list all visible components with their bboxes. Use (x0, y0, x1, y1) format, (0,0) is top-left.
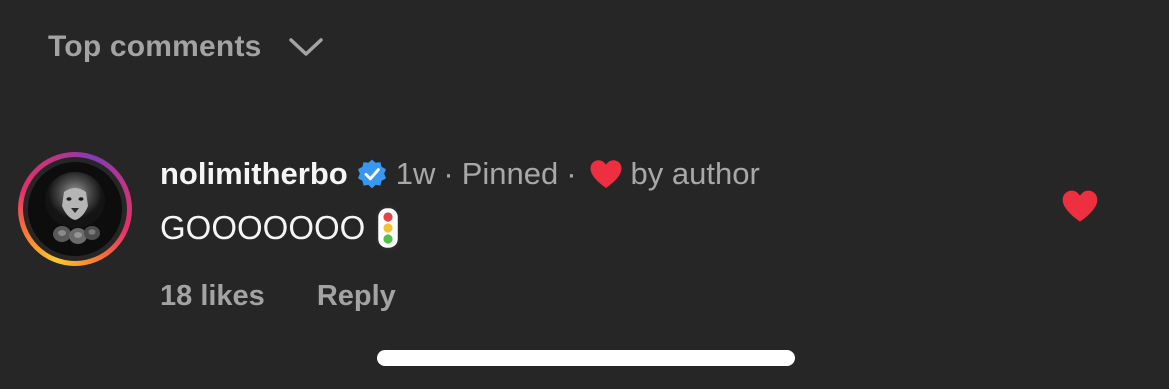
pinned-label: Pinned (461, 156, 559, 191)
comment-item: nolimitherbo 1w · Pinned · by author GOO… (18, 150, 1158, 320)
liked-by-author-label: by author (630, 156, 760, 191)
lion-image-icon (28, 162, 122, 256)
reply-button[interactable]: Reply (317, 280, 396, 313)
avatar[interactable] (18, 152, 132, 266)
comment-meta: nolimitherbo 1w · Pinned · by author (160, 154, 760, 194)
sort-comments-dropdown[interactable]: Top comments (48, 26, 324, 68)
username[interactable]: nolimitherbo (160, 156, 348, 192)
comment-actions: 18 likes Reply (160, 276, 396, 316)
verified-badge-icon (356, 158, 388, 190)
home-indicator[interactable] (377, 350, 795, 366)
comment-text: GOOOOOOO (160, 209, 366, 246)
comments-screen: Top comments nolimitherbo 1w · Pinned · … (0, 0, 1169, 389)
heart-filled-icon (1062, 190, 1098, 222)
separator-dot: · (443, 156, 454, 191)
chevron-down-icon (288, 36, 324, 58)
comment-body: GOOOOOOO (160, 205, 401, 251)
comment-time: 1w (395, 156, 436, 191)
sort-label: Top comments (48, 30, 262, 63)
likes-count-link[interactable]: 18 likes (160, 280, 265, 313)
like-button[interactable] (1060, 188, 1100, 224)
traffic-light-icon (375, 205, 401, 251)
separator-dot: · (566, 156, 577, 191)
heart-icon (589, 159, 623, 189)
avatar-image (28, 162, 122, 256)
